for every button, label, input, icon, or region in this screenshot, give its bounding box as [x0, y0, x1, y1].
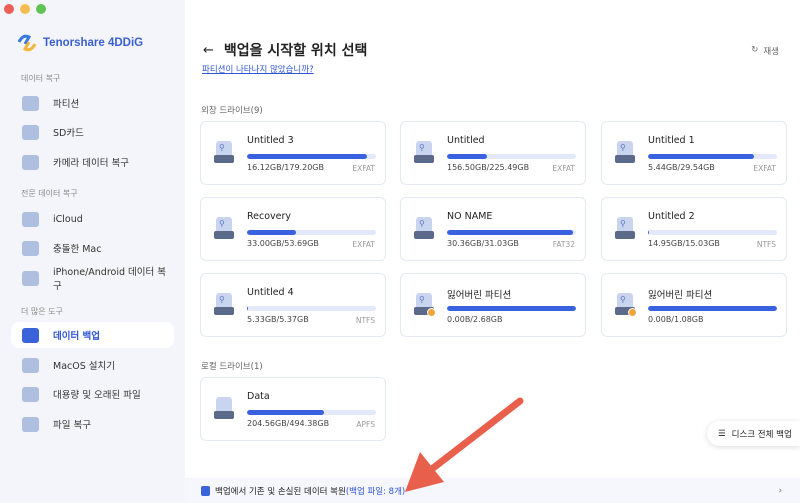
annotation-arrow — [405, 397, 524, 492]
